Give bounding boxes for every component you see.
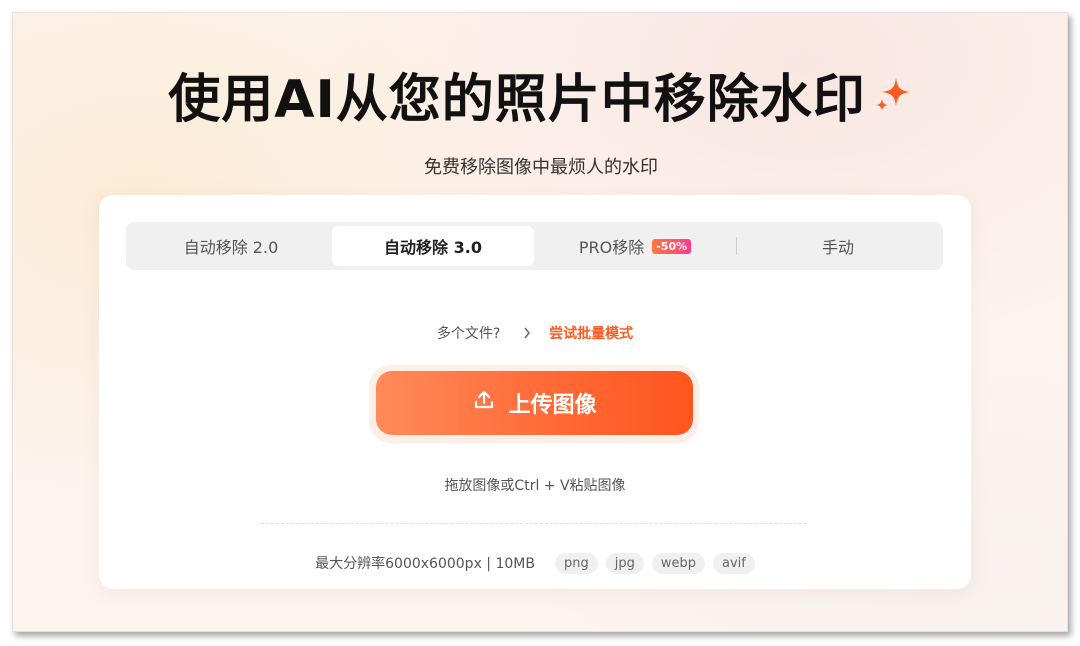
batch-mode-row: 多个文件? 尝试批量模式: [99, 323, 971, 343]
upload-image-button[interactable]: 上传图像: [376, 371, 693, 435]
upload-card: 自动移除 2.0 自动移除 3.0 PRO移除 -50% 手动 多个文件? 尝试…: [99, 195, 971, 589]
mode-tabs: 自动移除 2.0 自动移除 3.0 PRO移除 -50% 手动: [126, 222, 943, 270]
tab-label: 自动移除 3.0: [384, 238, 482, 257]
format-tag-png: png: [554, 552, 598, 574]
max-resolution-text: 最大分辨率6000x6000px | 10MB: [315, 556, 535, 572]
upload-icon: [472, 388, 508, 418]
sparkle-icon: [874, 67, 914, 127]
format-tag-jpg: jpg: [605, 552, 644, 574]
discount-badge: -50%: [652, 238, 692, 254]
drop-paste-hint: 拖放图像或Ctrl + V粘贴图像: [444, 478, 626, 494]
batch-question: 多个文件?: [436, 326, 501, 342]
tab-label: 手动: [821, 238, 854, 257]
upload-button-label: 上传图像: [508, 392, 597, 417]
format-tag-webp: webp: [651, 552, 705, 574]
dashed-divider: [261, 523, 807, 524]
batch-mode-link[interactable]: 尝试批量模式: [549, 326, 633, 342]
page-subtitle: 免费移除图像中最烦人的水印: [424, 157, 658, 178]
chevron-right-icon: [523, 326, 535, 342]
page-title: 使用AI从您的照片中移除水印: [13, 57, 1067, 133]
tab-auto-remove-3[interactable]: 自动移除 3.0: [332, 226, 534, 266]
tab-pro-remove[interactable]: PRO移除 -50%: [534, 226, 736, 266]
tab-label: 自动移除 2.0: [183, 238, 279, 257]
file-limits-row: 最大分辨率6000x6000px | 10MB png jpg webp avi…: [99, 551, 971, 575]
tab-auto-remove-2[interactable]: 自动移除 2.0: [130, 226, 332, 266]
tab-manual[interactable]: 手动: [737, 226, 939, 266]
tab-label: PRO移除: [578, 238, 645, 257]
page-title-text: 使用AI从您的照片中移除水印: [168, 70, 866, 130]
format-tag-avif: avif: [713, 552, 755, 574]
page-frame: 使用AI从您的照片中移除水印 免费移除图像中最烦人的水印 自动移除 2.0 自动…: [12, 12, 1068, 632]
